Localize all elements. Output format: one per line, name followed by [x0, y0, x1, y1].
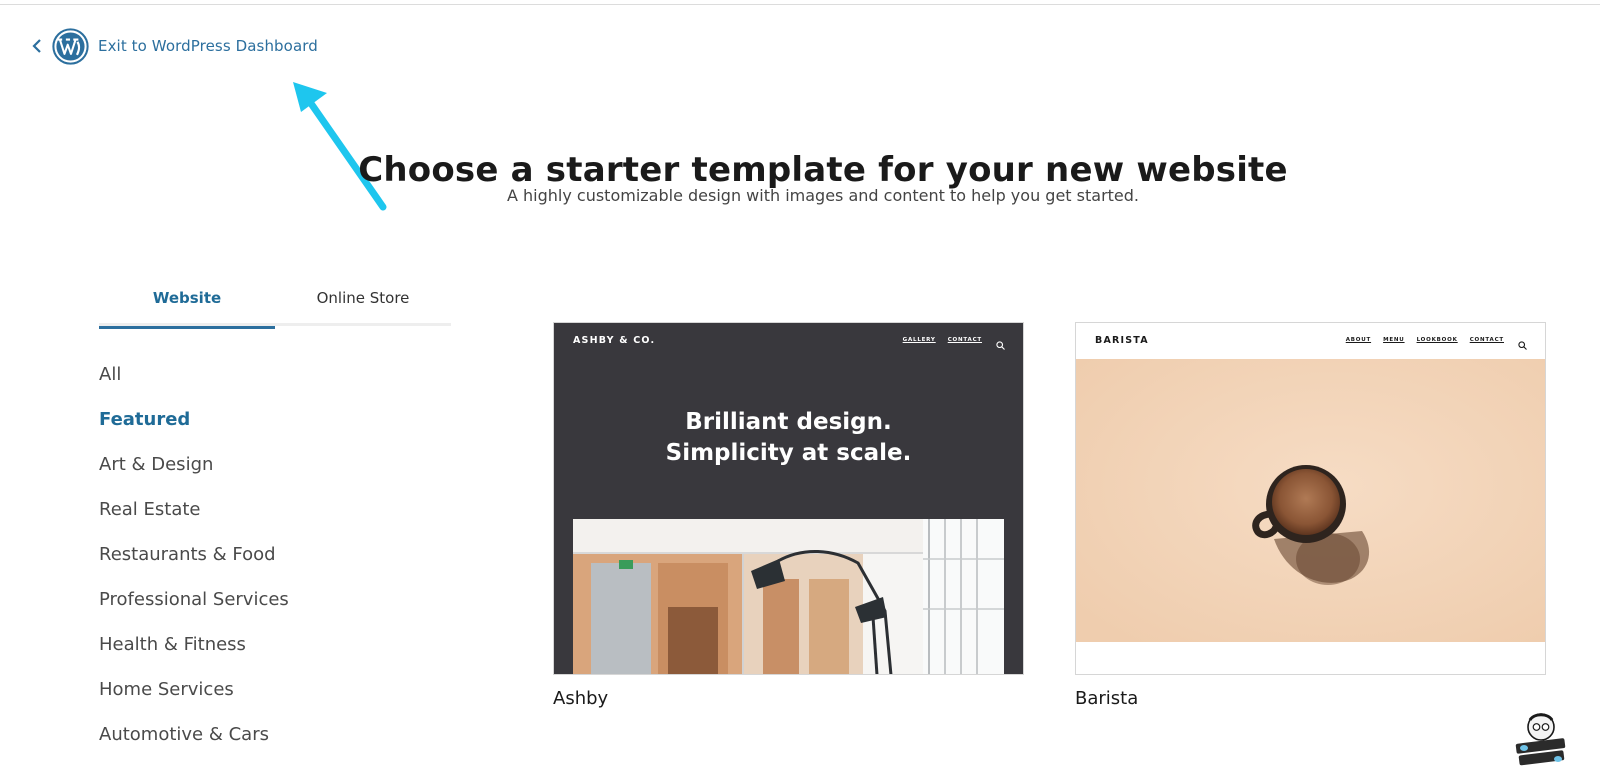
template-type-tabs: Website Online Store	[99, 272, 451, 329]
page-title: Choose a starter template for your new w…	[358, 149, 1288, 190]
preview-nav-menu: MENU	[1383, 336, 1405, 343]
wordpress-logo-icon	[52, 27, 89, 65]
category-featured[interactable]: Featured	[99, 401, 399, 446]
coffee-cup-photo	[1076, 359, 1545, 642]
template-name-ashby[interactable]: Ashby	[553, 688, 1024, 709]
preview-nav-links: GALLERY CONTACT	[891, 335, 1005, 350]
exit-dashboard-link[interactable]: Exit to WordPress Dashboard	[30, 27, 318, 65]
template-card-ashby[interactable]: ASHBY & CO. GALLERY CONTACT Brilliant de…	[553, 322, 1024, 709]
tab-website[interactable]: Website	[99, 272, 275, 329]
category-real-estate[interactable]: Real Estate	[99, 491, 399, 536]
page-subtitle: A highly customizable design with images…	[506, 186, 1139, 205]
category-list: All Featured Art & Design Real Estate Re…	[99, 356, 399, 761]
category-all[interactable]: All	[99, 356, 399, 401]
search-icon	[1518, 335, 1527, 350]
preview-nav: BARISTA ABOUT MENU LOOKBOOK CONTACT	[1076, 323, 1545, 359]
chevron-left-icon	[30, 39, 44, 53]
preview-nav-links: ABOUT MENU LOOKBOOK CONTACT	[1334, 335, 1527, 350]
preview-nav-lookbook: LOOKBOOK	[1416, 336, 1458, 343]
preview-nav: ASHBY & CO. GALLERY CONTACT	[554, 323, 1023, 359]
preview-headline-line-2: Simplicity at scale.	[665, 440, 912, 466]
category-art-design[interactable]: Art & Design	[99, 446, 399, 491]
exit-dashboard-label: Exit to WordPress Dashboard	[98, 37, 318, 55]
category-health-fitness[interactable]: Health & Fitness	[99, 626, 399, 671]
template-thumbnail-ashby[interactable]: ASHBY & CO. GALLERY CONTACT Brilliant de…	[553, 322, 1024, 675]
preview-brand: ASHBY & CO.	[573, 335, 656, 346]
preview-nav-contact: CONTACT	[1469, 336, 1504, 343]
category-automotive-cars[interactable]: Automotive & Cars	[99, 716, 399, 761]
template-card-barista[interactable]: BARISTA ABOUT MENU LOOKBOOK CONTACT Bari…	[1075, 322, 1546, 709]
category-home-services[interactable]: Home Services	[99, 671, 399, 716]
category-restaurants-food[interactable]: Restaurants & Food	[99, 536, 399, 581]
watermark-logo	[1515, 713, 1566, 766]
office-lamp-photo	[573, 519, 1004, 674]
preview-headline: Brilliant design. Simplicity at scale.	[554, 407, 1023, 469]
tab-online-store[interactable]: Online Store	[275, 272, 451, 326]
template-name-barista[interactable]: Barista	[1075, 688, 1546, 709]
search-icon	[996, 335, 1005, 350]
template-thumbnail-barista[interactable]: BARISTA ABOUT MENU LOOKBOOK CONTACT	[1075, 322, 1546, 675]
preview-nav-gallery: GALLERY	[902, 336, 936, 343]
preview-nav-about: ABOUT	[1345, 336, 1372, 343]
preview-brand: BARISTA	[1095, 335, 1149, 346]
category-professional-services[interactable]: Professional Services	[99, 581, 399, 626]
preview-nav-contact: CONTACT	[947, 336, 982, 343]
preview-headline-line-1: Brilliant design.	[685, 409, 892, 435]
top-divider	[0, 4, 1600, 5]
